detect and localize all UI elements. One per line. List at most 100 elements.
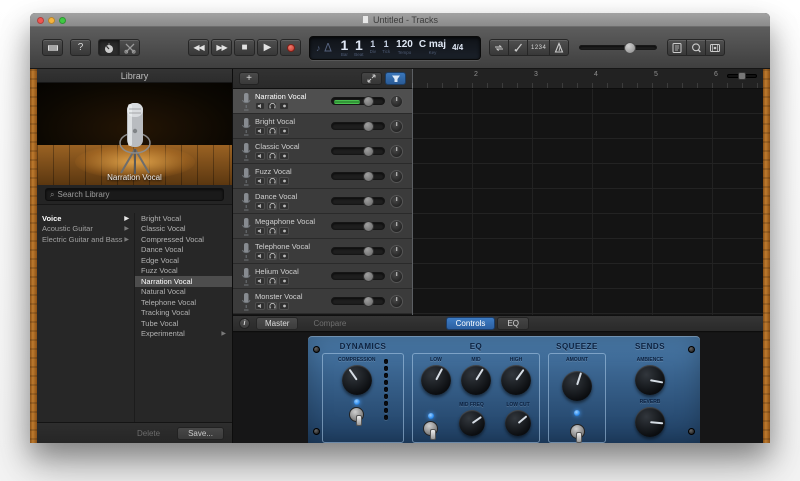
save-button[interactable]: Save... <box>177 426 224 440</box>
library-patch-item[interactable]: Compressed Vocal ▶ <box>135 234 232 245</box>
master-volume-slider[interactable] <box>579 42 658 54</box>
track-record-enable-button[interactable] <box>279 102 289 110</box>
track-volume-thumb[interactable] <box>363 196 375 207</box>
track-solo-button[interactable] <box>267 127 277 135</box>
track-volume-thumb[interactable] <box>363 146 375 157</box>
library-patch-item[interactable]: Telephone Vocal ▶ <box>135 297 232 308</box>
inspector-info-button[interactable]: i <box>239 318 250 329</box>
track-row[interactable]: Helium Vocal <box>233 264 412 289</box>
eq-high-knob[interactable] <box>501 365 531 395</box>
minimize-button[interactable] <box>48 17 55 24</box>
stop-button[interactable]: ■ <box>234 39 255 56</box>
count-in-button[interactable]: 1234 <box>527 39 550 56</box>
library-patch-item[interactable]: Bright Vocal ▶ <box>135 213 232 224</box>
zoom-slider-thumb[interactable] <box>738 72 746 80</box>
library-category-item[interactable]: Voice ▶ <box>37 213 134 224</box>
smart-controls-button[interactable] <box>98 39 119 56</box>
track-volume-thumb[interactable] <box>363 296 375 307</box>
library-category-item[interactable]: Acoustic Guitar ▶ <box>37 224 134 235</box>
track-volume-slider[interactable] <box>331 296 385 307</box>
track-volume-thumb[interactable] <box>363 246 375 257</box>
cycle-button[interactable] <box>489 39 508 56</box>
squeeze-amount-knob[interactable] <box>562 370 592 401</box>
tuner-button[interactable] <box>508 39 527 56</box>
track-pan-knob[interactable] <box>390 219 403 233</box>
track-volume-thumb[interactable] <box>363 96 375 107</box>
track-record-enable-button[interactable] <box>279 277 289 285</box>
add-track-button[interactable]: + <box>239 72 259 85</box>
track-volume-slider[interactable] <box>331 121 385 132</box>
track-volume-slider[interactable] <box>331 146 385 157</box>
track-pan-knob[interactable] <box>390 119 403 133</box>
track-record-enable-button[interactable] <box>279 302 289 310</box>
track-solo-button[interactable] <box>267 152 277 160</box>
play-button[interactable]: ▶ <box>257 39 278 56</box>
track-solo-button[interactable] <box>267 302 277 310</box>
track-row[interactable]: Fuzz Vocal <box>233 164 412 189</box>
library-patch-item[interactable]: Experimental ▶ <box>135 329 232 340</box>
zoom-button[interactable] <box>59 17 66 24</box>
track-volume-thumb[interactable] <box>363 221 375 232</box>
reverb-send-knob[interactable] <box>635 407 665 437</box>
lcd-display[interactable]: ♪ 1 Bar 1 Beat 1 Div 1 Tick 120 Tempo C maj Ke… <box>309 35 481 60</box>
tab-master[interactable]: Master <box>256 317 299 330</box>
ambience-send-knob[interactable] <box>635 365 665 395</box>
track-volume-slider[interactable] <box>331 271 385 282</box>
track-mute-button[interactable] <box>255 277 265 285</box>
track-solo-button[interactable] <box>267 102 277 110</box>
track-record-enable-button[interactable] <box>279 252 289 260</box>
library-patch-item[interactable]: Tracking Vocal ▶ <box>135 308 232 319</box>
eq-power-switch[interactable] <box>423 421 438 440</box>
track-mute-button[interactable] <box>255 252 265 260</box>
timeline-lanes[interactable] <box>412 89 763 315</box>
library-patch-item[interactable]: Natural Vocal ▶ <box>135 287 232 298</box>
track-solo-button[interactable] <box>267 202 277 210</box>
track-mute-button[interactable] <box>255 177 265 185</box>
playhead[interactable] <box>412 69 413 315</box>
forward-button[interactable]: ▶▶ <box>211 39 232 56</box>
track-volume-thumb[interactable] <box>363 171 375 182</box>
library-patch-item[interactable]: Narration Vocal ▶ <box>135 276 232 287</box>
controls-view-button[interactable]: Controls <box>445 317 496 330</box>
track-record-enable-button[interactable] <box>279 177 289 185</box>
close-button[interactable] <box>37 17 44 24</box>
track-record-enable-button[interactable] <box>279 202 289 210</box>
library-category-item[interactable]: Electric Guitar and Bass ▶ <box>37 234 134 245</box>
compare-button[interactable]: Compare <box>304 317 355 330</box>
eq-mid-freq-knob[interactable] <box>458 410 485 436</box>
track-volume-slider[interactable] <box>331 221 385 232</box>
track-row[interactable]: Dance Vocal <box>233 189 412 214</box>
track-row[interactable]: Bright Vocal <box>233 114 412 139</box>
mixer-toggle-button[interactable] <box>385 72 406 85</box>
compression-knob[interactable] <box>341 365 372 395</box>
delete-button[interactable]: Delete <box>126 427 171 440</box>
track-pan-knob[interactable] <box>390 194 403 208</box>
track-resize-button[interactable] <box>361 72 382 85</box>
track-volume-slider[interactable] <box>331 196 385 207</box>
track-mute-button[interactable] <box>255 152 265 160</box>
library-patch-item[interactable]: Dance Vocal ▶ <box>135 245 232 256</box>
track-row[interactable]: Classic Vocal <box>233 139 412 164</box>
track-pan-knob[interactable] <box>390 244 403 258</box>
track-pan-knob[interactable] <box>390 169 403 183</box>
library-patch-item[interactable]: Classic Vocal ▶ <box>135 224 232 235</box>
track-row[interactable]: Narration Vocal <box>233 89 412 114</box>
library-patch-item[interactable]: Tube Vocal ▶ <box>135 318 232 329</box>
editors-button[interactable] <box>119 39 140 56</box>
track-row[interactable]: Megaphone Vocal <box>233 214 412 239</box>
lcd-tempo[interactable]: 120 <box>396 39 413 50</box>
eq-mid-knob[interactable] <box>461 365 491 395</box>
title-bar[interactable]: Untitled - Tracks <box>30 13 770 27</box>
dynamics-power-switch[interactable] <box>349 407 365 426</box>
track-volume-thumb[interactable] <box>363 121 375 132</box>
search-input[interactable]: ⌕ Search Library <box>45 188 224 201</box>
track-pan-knob[interactable] <box>390 294 403 308</box>
track-mute-button[interactable] <box>255 127 265 135</box>
track-volume-slider[interactable] <box>331 246 385 257</box>
eq-view-button[interactable]: EQ <box>497 317 529 330</box>
track-solo-button[interactable] <box>267 177 277 185</box>
library-patch-item[interactable]: Edge Vocal ▶ <box>135 255 232 266</box>
library-toggle-button[interactable] <box>42 39 63 56</box>
zoom-slider[interactable] <box>727 72 757 80</box>
track-pan-knob[interactable] <box>390 269 403 283</box>
